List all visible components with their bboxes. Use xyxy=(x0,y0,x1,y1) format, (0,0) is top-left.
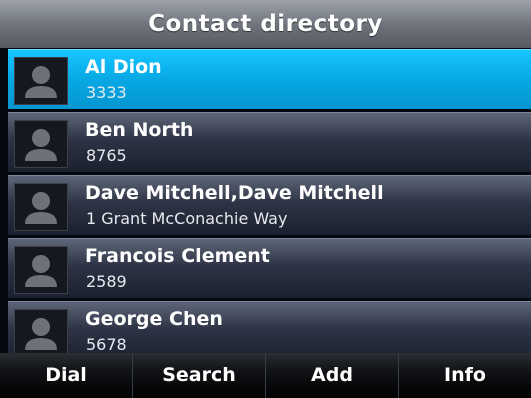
softkey-bar: Dial Search Add Info xyxy=(0,353,531,398)
contact-detail: 1 Grant McConachie Way xyxy=(86,209,288,228)
person-silhouette-icon xyxy=(14,120,68,168)
person-silhouette-icon xyxy=(14,246,68,294)
contact-row-ben-north[interactable]: Ben North 8765 xyxy=(8,112,531,172)
contact-detail: 5678 xyxy=(86,335,127,353)
contact-name: Francois Clement xyxy=(85,245,270,267)
contact-row-francois-clement[interactable]: Francois Clement 2589 xyxy=(8,238,531,298)
person-silhouette-icon xyxy=(14,309,68,353)
contact-name: Ben North xyxy=(85,119,194,141)
person-silhouette-icon xyxy=(14,183,68,231)
contact-detail: 3333 xyxy=(86,83,127,102)
info-button[interactable]: Info xyxy=(399,353,531,398)
page-title: Contact directory xyxy=(0,0,531,48)
contact-detail: 8765 xyxy=(86,146,127,165)
contact-row-dave-mitchell[interactable]: Dave Mitchell,Dave Mitchell 1 Grant McCo… xyxy=(8,175,531,235)
contact-row-al-dion[interactable]: Al Dion 3333 xyxy=(8,49,531,109)
dial-button[interactable]: Dial xyxy=(0,353,133,398)
search-button[interactable]: Search xyxy=(133,353,266,398)
add-button[interactable]: Add xyxy=(266,353,399,398)
contact-detail: 2589 xyxy=(86,272,127,291)
contact-row-george-chen[interactable]: George Chen 5678 xyxy=(8,301,531,353)
contact-name: George Chen xyxy=(85,308,223,330)
person-silhouette-icon xyxy=(14,57,68,105)
contact-name: Dave Mitchell,Dave Mitchell xyxy=(85,182,384,204)
contact-list[interactable]: Al Dion 3333 Ben North 8765 Dave Mitchel… xyxy=(0,48,531,353)
contact-name: Al Dion xyxy=(85,56,162,78)
